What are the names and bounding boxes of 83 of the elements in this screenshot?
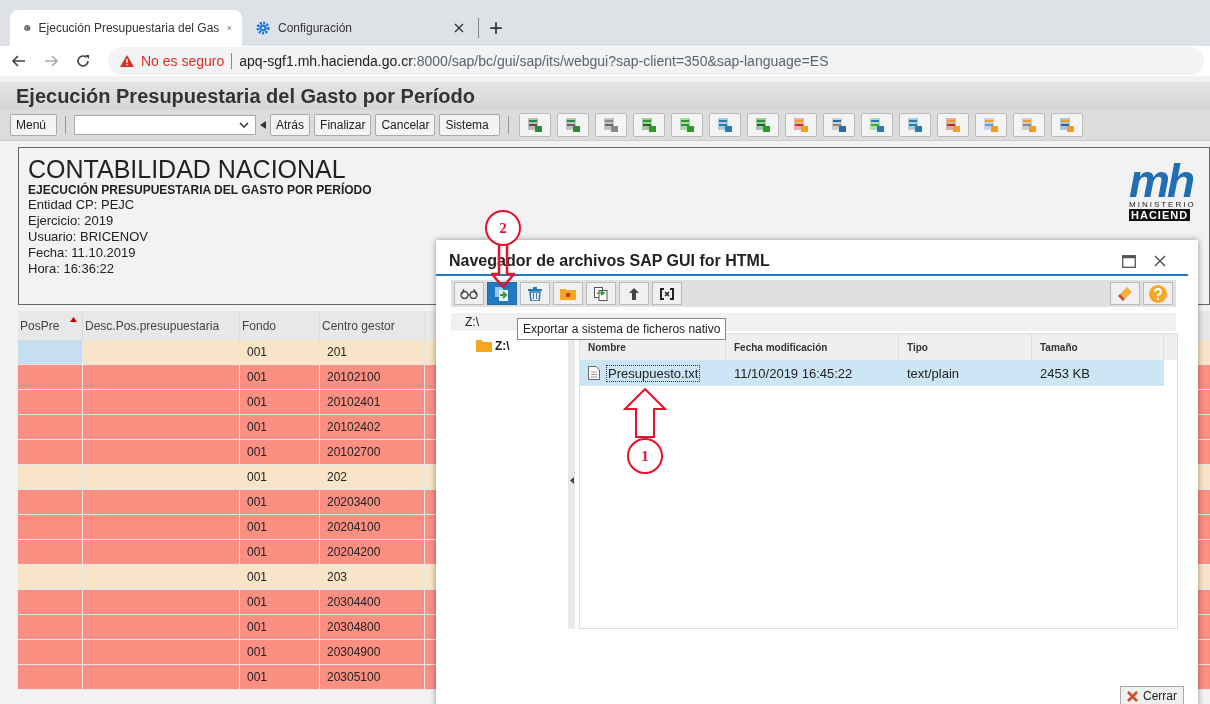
- menu-button[interactable]: Menú: [10, 114, 58, 136]
- table-cell: 202: [320, 465, 425, 489]
- table-cell: 001: [240, 440, 320, 464]
- up-arrow-icon: [629, 287, 639, 300]
- close-icon[interactable]: [1154, 255, 1166, 267]
- text-file-icon: [588, 366, 600, 380]
- toolbar-button[interactable]: Finalizar: [314, 114, 372, 136]
- toolbar-button[interactable]: Cancelar: [375, 114, 436, 136]
- table-cell: 001: [240, 640, 320, 664]
- table-cell: 20203400: [320, 490, 425, 514]
- table-cell[interactable]: [18, 340, 83, 364]
- trash-icon: [528, 286, 542, 301]
- report-info-line: Ejercicio: 2019: [28, 213, 115, 229]
- table-cell: 001: [240, 340, 320, 364]
- collapse-arrow-icon[interactable]: [569, 476, 574, 484]
- table-cell: 001: [240, 365, 320, 389]
- folder-icon: [560, 287, 576, 300]
- table-cell: 001: [240, 415, 320, 439]
- table-cell-text: text/plain: [906, 364, 961, 383]
- sort-ascending-icon: [70, 317, 77, 322]
- browser-tab[interactable]: Ejecución Presupuestaria del Gas: [10, 10, 242, 46]
- table-cell: 20305100: [320, 665, 425, 689]
- table-cell: 001: [240, 490, 320, 514]
- tab-title: Ejecución Presupuestaria del Gas: [38, 21, 220, 35]
- table-cell: 001: [240, 665, 320, 689]
- toolbar-button[interactable]: [454, 282, 484, 305]
- toolbar-button[interactable]: [586, 282, 616, 305]
- address-field[interactable]: No es seguro apq-sgf1.mh.hacienda.go.cr:8000/sap/bc/gui/sap/its/webgui?sap-client=350&sap-language=ES: [108, 47, 1204, 75]
- screen-title: Ejecución Presupuestaria del Gasto por Período: [16, 84, 475, 108]
- path-label: Z:\: [465, 315, 479, 329]
- dropdown-icon: [239, 122, 250, 128]
- new-tab-button[interactable]: +: [489, 10, 503, 46]
- table-cell: 001: [240, 590, 320, 614]
- table-cell: 001: [240, 465, 320, 489]
- eraser-icon[interactable]: [1117, 285, 1133, 302]
- tree-folder-item[interactable]: Z:\: [476, 339, 568, 353]
- file-name: Presupuesto.txt: [606, 364, 701, 382]
- maximize-icon[interactable]: [1122, 254, 1136, 268]
- table-cell: 001: [240, 540, 320, 564]
- tab-title: Configuración: [278, 21, 354, 35]
- toolbar-button[interactable]: Atrás: [270, 114, 311, 136]
- report-title: CONTABILIDAD NACIONAL: [28, 156, 346, 183]
- table-cell: 201: [320, 340, 425, 364]
- table-cell: 203: [320, 565, 425, 589]
- close-button[interactable]: Cerrar: [1120, 686, 1184, 704]
- report-info-line: Hora: 16:36:22: [28, 261, 115, 277]
- table-cell: 001: [240, 515, 320, 539]
- table-cell: 20102700: [320, 440, 425, 464]
- browser-tab[interactable]: Configuración: [242, 10, 474, 46]
- table-cell: 20102100: [320, 365, 425, 389]
- report-info-line: Usuario: BRICENOV: [28, 229, 149, 245]
- tooltip: Exportar a sistema de ficheros nativo: [517, 318, 727, 340]
- report-subtitle: EJECUCIÓN PRESUPUESTARIA DEL GASTO POR PERÍODO: [28, 183, 372, 197]
- table-cell: 20304400: [320, 590, 425, 614]
- table-cell-text: 11/10/2019 16:45:22: [733, 364, 854, 383]
- brackets-icon: [660, 287, 674, 300]
- table-cell: 20102402: [320, 415, 425, 439]
- table-cell-text: 2453 KB: [1039, 364, 1091, 383]
- back-arrow-icon[interactable]: [12, 55, 26, 67]
- report-info-line: Fecha: 11.10.2019: [28, 245, 137, 261]
- callout-arrow: [623, 388, 667, 438]
- table-cell: 20102401: [320, 390, 425, 414]
- reload-icon[interactable]: [76, 54, 90, 68]
- warning-icon: [120, 55, 134, 67]
- table-cell: 001: [240, 615, 320, 639]
- table-cell: 20304800: [320, 615, 425, 639]
- file-row[interactable]: Presupuesto.txt 11/10/2019 16:45:22 text/plain 2453 KB: [580, 360, 1164, 386]
- glasses-icon: [460, 288, 478, 299]
- command-field[interactable]: [74, 115, 257, 135]
- left-triangle-icon[interactable]: [260, 121, 267, 129]
- close-icon: [1127, 690, 1138, 702]
- table-cell: 20204200: [320, 540, 425, 564]
- table-cell: 001: [240, 390, 320, 414]
- table-cell: 20204100: [320, 515, 425, 539]
- close-icon[interactable]: [454, 23, 464, 33]
- toolbar-button[interactable]: [652, 282, 682, 305]
- report-info-line: Entidad CP: PEJC: [28, 197, 136, 213]
- system-menu-button[interactable]: Sistema: [439, 114, 500, 136]
- toolbar-button[interactable]: [619, 282, 649, 305]
- forward-arrow-icon[interactable]: [44, 55, 58, 67]
- table-cell: 20304900: [320, 640, 425, 664]
- gear-icon: [256, 21, 270, 35]
- table-cell: 001: [240, 565, 320, 589]
